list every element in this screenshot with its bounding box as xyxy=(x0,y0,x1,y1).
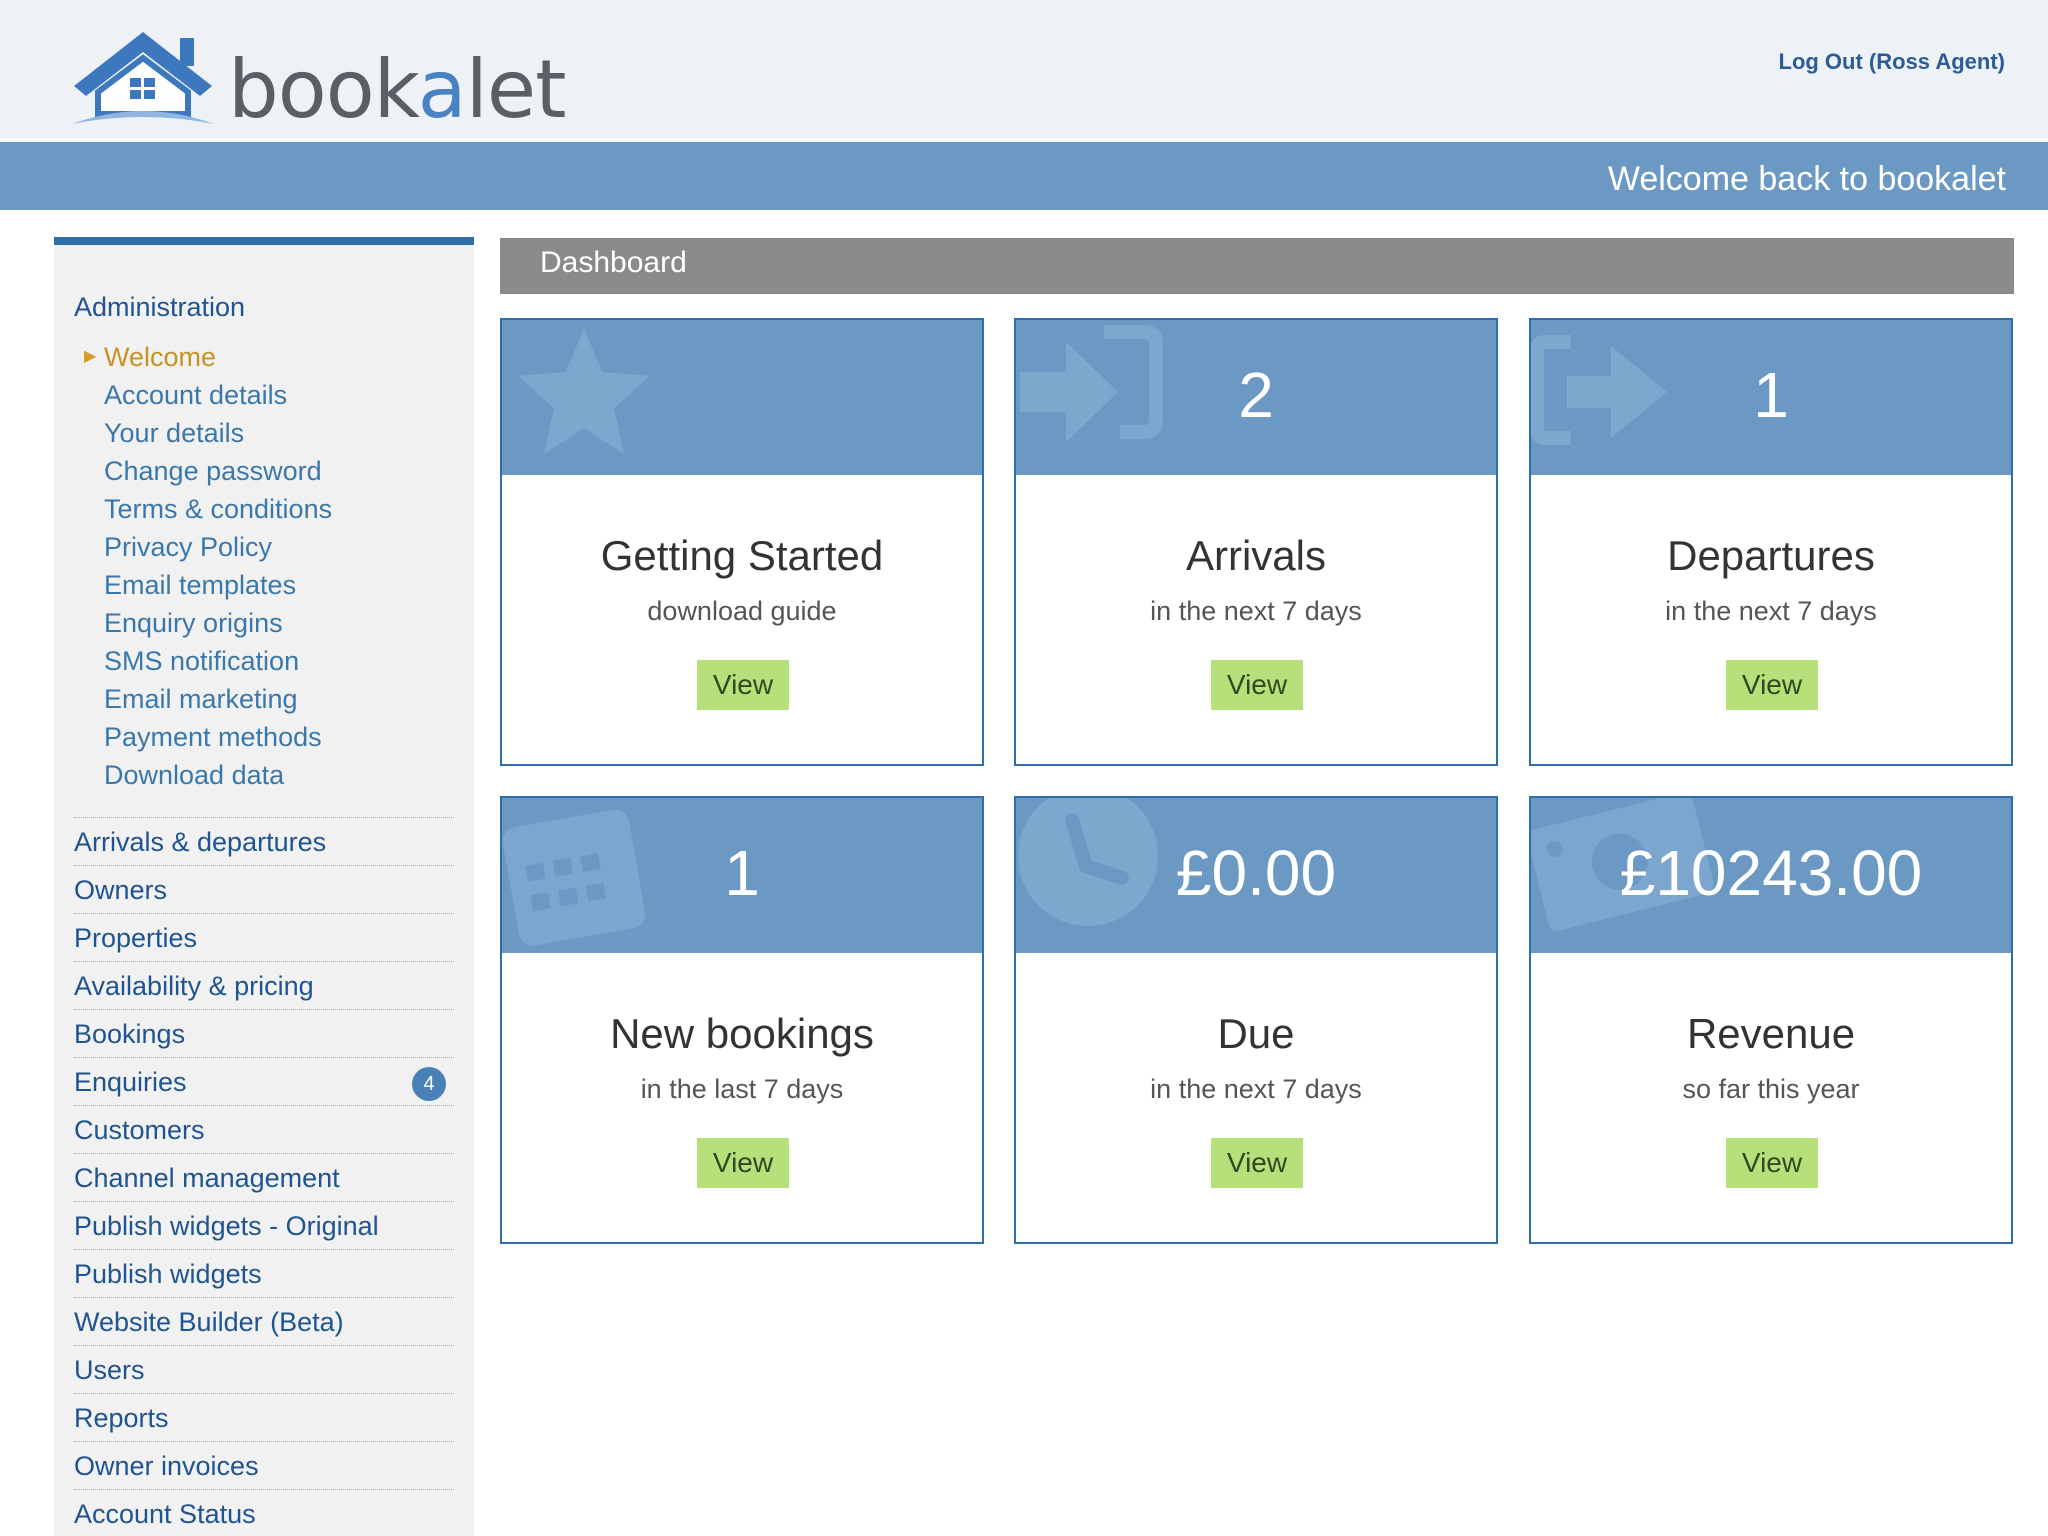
sidebar-item-arrivals-departures[interactable]: Arrivals & departures xyxy=(74,818,454,866)
card-subtitle: in the next 7 days xyxy=(1665,596,1877,626)
sidebar-item-availability-pricing[interactable]: Availability & pricing xyxy=(74,962,454,1010)
card-value: £0.00 xyxy=(1175,837,1337,909)
bookalet-logo[interactable]: bookalet xyxy=(68,28,566,130)
sidebar-item-customers[interactable]: Customers xyxy=(74,1106,454,1154)
subnav-item-enquiry-origins[interactable]: Enquiry origins xyxy=(74,604,464,642)
card-getting-started: Getting Started download guide View xyxy=(500,318,984,766)
card-header: 1 xyxy=(1531,320,2011,475)
card-value: 1 xyxy=(1753,359,1789,431)
sidebar-item-account-status[interactable]: Account Status xyxy=(74,1490,454,1536)
view-button[interactable]: View xyxy=(1726,1138,1818,1188)
card-subtitle: so far this year xyxy=(1682,1074,1860,1104)
subnav-item-terms[interactable]: Terms & conditions xyxy=(74,490,464,528)
card-revenue: £10243.00 Revenue so far this year View xyxy=(1529,796,2013,1244)
sidebar-item-owners[interactable]: Owners xyxy=(74,866,454,914)
card-subtitle: download guide xyxy=(647,596,837,626)
card-header: £10243.00 xyxy=(1531,798,2011,953)
view-button[interactable]: View xyxy=(697,660,789,710)
subnav-item-account-details[interactable]: Account details xyxy=(74,376,464,414)
sidebar-item-properties[interactable]: Properties xyxy=(74,914,454,962)
sidebar-item-website-builder[interactable]: Website Builder (Beta) xyxy=(74,1298,454,1346)
card-subtitle: in the last 7 days xyxy=(640,1074,844,1104)
logout-link[interactable]: Log Out (Ross Agent) xyxy=(1779,49,2006,75)
sidebar-item-publish-widgets-original[interactable]: Publish widgets - Original xyxy=(74,1202,454,1250)
subnav-item-welcome[interactable]: ▶ Welcome xyxy=(74,338,464,376)
card-title: Due xyxy=(1217,1010,1295,1057)
sidebar-item-publish-widgets[interactable]: Publish widgets xyxy=(74,1250,454,1298)
star-icon xyxy=(518,328,650,454)
admin-subnav: ▶ Welcome Account details Your details Ch… xyxy=(74,338,464,794)
dashboard-header-bar xyxy=(500,238,2014,294)
subnav-item-privacy-policy[interactable]: Privacy Policy xyxy=(74,528,464,566)
subnav-item-sms-notification[interactable]: SMS notification xyxy=(74,642,464,680)
subnav-item-your-details[interactable]: Your details xyxy=(74,414,464,452)
card-title: Getting Started xyxy=(600,532,884,579)
house-logo-icon xyxy=(72,32,214,124)
card-subtitle: in the next 7 days xyxy=(1150,1074,1362,1104)
top-header: bookalet Log Out (Ross Agent) xyxy=(0,0,2048,138)
main-nav: Arrivals & departures Owners Properties … xyxy=(74,817,454,1536)
sidebar-item-bookings[interactable]: Bookings xyxy=(74,1010,454,1058)
card-header: 1 xyxy=(502,798,982,953)
subnav-item-download-data[interactable]: Download data xyxy=(74,756,464,794)
enquiries-count-badge: 4 xyxy=(412,1067,446,1101)
card-header: 2 xyxy=(1016,320,1496,475)
view-button[interactable]: View xyxy=(1726,660,1818,710)
sidebar-item-enquiries[interactable]: Enquiries 4 xyxy=(74,1058,454,1106)
sidebar-section-administration[interactable]: Administration xyxy=(74,292,245,323)
card-title: Revenue xyxy=(1686,1010,1856,1057)
sidebar-item-users[interactable]: Users xyxy=(74,1346,454,1394)
card-title: New bookings xyxy=(610,1010,874,1057)
view-button[interactable]: View xyxy=(1211,660,1303,710)
card-header: £0.00 xyxy=(1016,798,1496,953)
subnav-item-email-marketing[interactable]: Email marketing xyxy=(74,680,464,718)
card-subtitle: in the next 7 days xyxy=(1150,596,1362,626)
sidebar-item-reports[interactable]: Reports xyxy=(74,1394,454,1442)
page-title: Dashboard xyxy=(540,246,687,279)
card-value: £10243.00 xyxy=(1619,837,1923,909)
card-value: 1 xyxy=(724,837,760,909)
sidebar-item-owner-invoices[interactable]: Owner invoices xyxy=(74,1442,454,1490)
card-due: £0.00 Due in the next 7 days View xyxy=(1014,796,1498,1244)
card-arrivals: 2 Arrivals in the next 7 days View xyxy=(1014,318,1498,766)
view-button[interactable]: View xyxy=(697,1138,789,1188)
active-arrow-icon: ▶ xyxy=(84,348,97,365)
welcome-text: Welcome back to bookalet xyxy=(1607,160,2006,198)
sidebar-item-channel-management[interactable]: Channel management xyxy=(74,1154,454,1202)
subnav-item-change-password[interactable]: Change password xyxy=(74,452,464,490)
card-header xyxy=(502,320,982,475)
subnav-item-payment-methods[interactable]: Payment methods xyxy=(74,718,464,756)
card-value: 2 xyxy=(1238,359,1274,431)
card-departures: 1 Departures in the next 7 days View xyxy=(1529,318,2013,766)
card-title: Arrivals xyxy=(1185,532,1326,579)
logo-wordmark: bookalet xyxy=(228,43,566,136)
subnav-item-email-templates[interactable]: Email templates xyxy=(74,566,464,604)
card-title: Departures xyxy=(1667,532,1875,579)
view-button[interactable]: View xyxy=(1211,1138,1303,1188)
card-new-bookings: 1 New bookings in the last 7 days View xyxy=(500,796,984,1244)
